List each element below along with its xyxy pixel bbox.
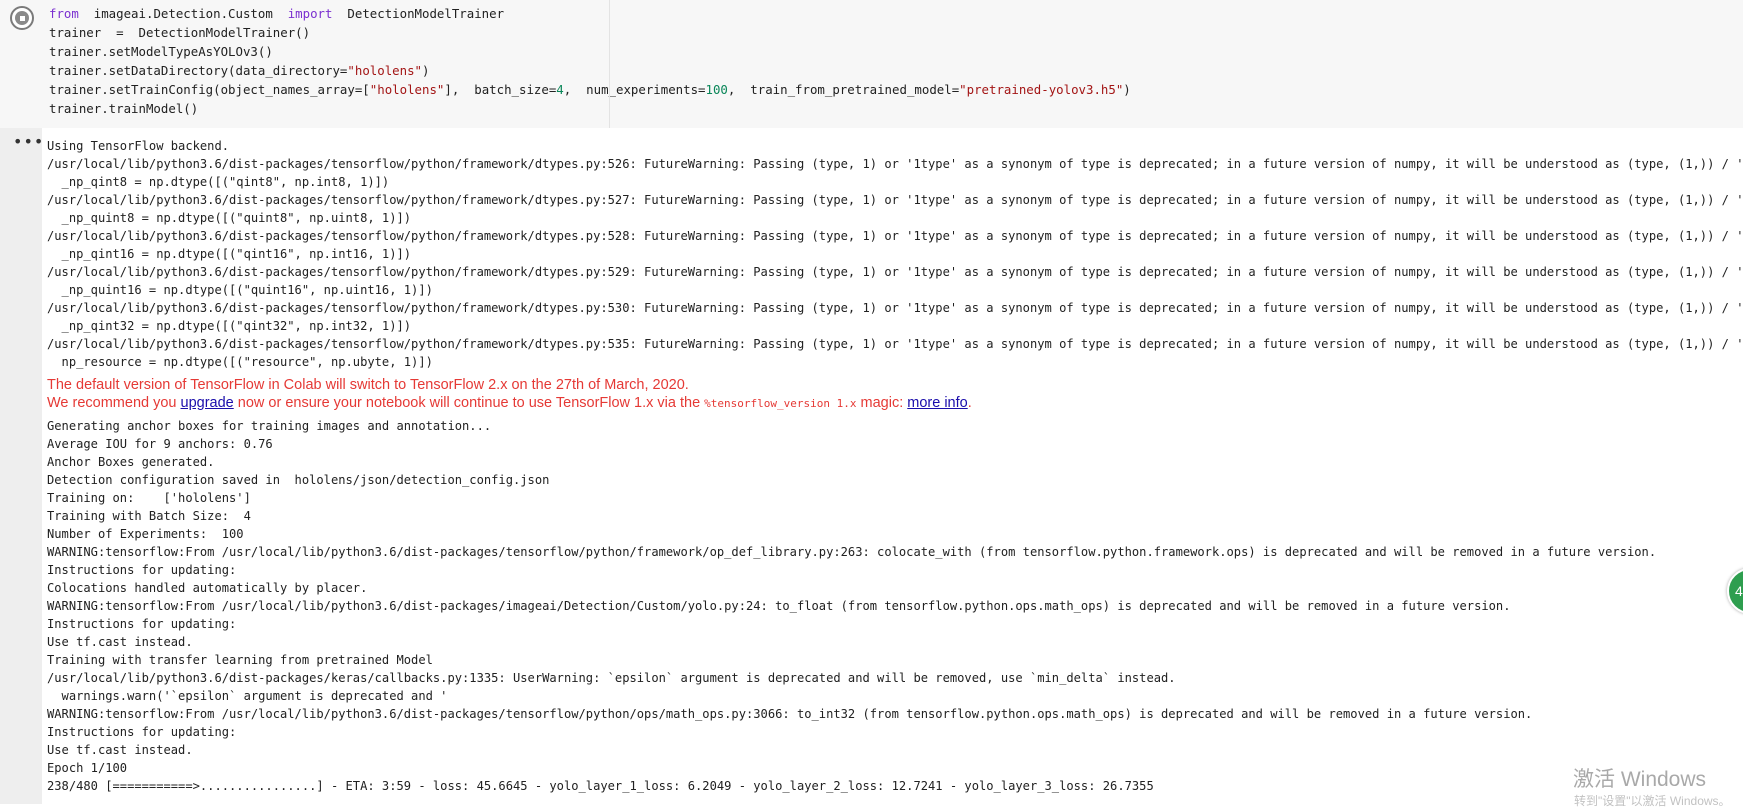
code-token: ) <box>1123 81 1131 97</box>
code-token: trainer.setDataDirectory(data_directory= <box>49 62 348 78</box>
line-length-ruler <box>609 0 610 128</box>
output-line: /usr/local/lib/python3.6/dist-packages/t… <box>47 301 1743 315</box>
tf-notice-text-d: . <box>967 395 972 411</box>
tf-notice-line-1: The default version of TensorFlow in Col… <box>47 377 689 393</box>
code-token: "hololens" <box>347 62 423 78</box>
output-line: /usr/local/lib/python3.6/dist-packages/t… <box>47 229 1743 243</box>
tf-notice-text-b: now or ensure your notebook will continu… <box>233 395 705 411</box>
output-line: Use tf.cast instead. <box>47 743 193 757</box>
code-cell[interactable]: from imageai.Detection.Custom import Det… <box>0 0 1743 128</box>
code-token: trainer.trainModel() <box>49 100 199 116</box>
output-line: WARNING:tensorflow:From /usr/local/lib/p… <box>47 707 1533 721</box>
output-line: Colocations handled automatically by pla… <box>47 581 368 595</box>
tf-magic-code: %tensorflow_version 1.x <box>704 397 857 410</box>
code-token: trainer = DetectionModelTrainer() <box>49 24 311 40</box>
output-log-block-2: Generating anchor boxes for training ima… <box>47 417 1743 795</box>
code-editor[interactable]: from imageai.Detection.Custom import Det… <box>49 5 1131 118</box>
output-line: _np_qint8 = np.dtype([("qint8", np.int8,… <box>47 175 390 189</box>
output-gutter <box>0 128 42 804</box>
code-line: trainer = DetectionModelTrainer() <box>49 24 1131 43</box>
code-token: DetectionModelTrainer <box>332 6 505 21</box>
output-line: Training on: ['hololens'] <box>47 491 251 505</box>
code-token: 4 <box>556 81 564 97</box>
output-line: /usr/local/lib/python3.6/dist-packages/k… <box>47 671 1176 685</box>
output-line: np_resource = np.dtype([("resource", np.… <box>47 355 433 369</box>
code-token: trainer.setTrainConfig(object_names_arra… <box>49 81 370 97</box>
output-line: warnings.warn('`epsilon` argument is dep… <box>47 689 448 703</box>
run-cell-button[interactable] <box>10 6 34 30</box>
code-token: "hololens" <box>369 81 445 97</box>
code-token: 100 <box>705 81 728 97</box>
output-line: /usr/local/lib/python3.6/dist-packages/t… <box>47 337 1743 351</box>
output-line: Anchor Boxes generated. <box>47 455 215 469</box>
code-token: from <box>49 6 79 21</box>
code-line: from imageai.Detection.Custom import Det… <box>49 5 1131 24</box>
output-line: WARNING:tensorflow:From /usr/local/lib/p… <box>47 545 1657 559</box>
output-line: Instructions for updating: <box>47 617 237 631</box>
output-line: Using TensorFlow backend. <box>47 139 230 153</box>
tf-notice-text-c: magic: <box>856 395 908 411</box>
code-line: trainer.trainModel() <box>49 100 1131 119</box>
output-line: 238/480 [===========>................] -… <box>47 779 1154 793</box>
output-line: WARNING:tensorflow:From /usr/local/lib/p… <box>47 599 1511 613</box>
output-menu-button[interactable]: ••• <box>13 134 44 150</box>
more-info-link[interactable]: more info <box>907 395 967 411</box>
output-line: _np_qint32 = np.dtype([("qint32", np.int… <box>47 319 412 333</box>
output-line: Instructions for updating: <box>47 563 237 577</box>
code-line: trainer.setTrainConfig(object_names_arra… <box>49 81 1131 100</box>
output-line: Training with Batch Size: 4 <box>47 509 251 523</box>
output-line: Epoch 1/100 <box>47 761 128 775</box>
output-line: /usr/local/lib/python3.6/dist-packages/t… <box>47 265 1743 279</box>
output-line: Detection configuration saved in hololen… <box>47 473 550 487</box>
code-token: , num_experiments= <box>563 81 706 97</box>
output-line: Instructions for updating: <box>47 725 237 739</box>
output-line: Generating anchor boxes for training ima… <box>47 419 492 433</box>
output-log-block-1: Using TensorFlow backend. /usr/local/lib/… <box>47 137 1743 371</box>
code-token: trainer.setModelTypeAsYOLOv3() <box>49 43 273 59</box>
output-line: Training with transfer learning from pre… <box>47 653 433 667</box>
output-line: Number of Experiments: 100 <box>47 527 244 541</box>
code-token: ) <box>422 62 430 78</box>
code-token: imageai.Detection.Custom <box>78 6 288 21</box>
code-token: "pretrained-yolov3.h5" <box>959 81 1124 97</box>
output-line: _np_qint16 = np.dtype([("qint16", np.int… <box>47 247 412 261</box>
tf-notice-line-2: We recommend you upgrade now or ensure y… <box>47 394 1743 412</box>
windows-activation-watermark: 激活 Windows <box>1573 768 1707 791</box>
tf-notice-text-a: We recommend you <box>47 395 181 411</box>
cell-output: Using TensorFlow backend. /usr/local/lib/… <box>47 137 1743 795</box>
output-line: Use tf.cast instead. <box>47 635 193 649</box>
code-line: trainer.setModelTypeAsYOLOv3() <box>49 43 1131 62</box>
code-token: import <box>287 6 333 21</box>
output-line: /usr/local/lib/python3.6/dist-packages/t… <box>47 193 1743 207</box>
output-line: /usr/local/lib/python3.6/dist-packages/t… <box>47 157 1743 171</box>
output-line: _np_quint16 = np.dtype([("quint16", np.u… <box>47 283 433 297</box>
output-line: _np_quint8 = np.dtype([("quint8", np.uin… <box>47 211 412 225</box>
upgrade-link[interactable]: upgrade <box>181 395 234 411</box>
code-token: , train_from_pretrained_model= <box>727 81 960 97</box>
code-line: trainer.setDataDirectory(data_directory=… <box>49 62 1131 81</box>
windows-activation-subtitle: 转到"设置"以激活 Windows。 <box>1574 794 1731 808</box>
output-line: Average IOU for 9 anchors: 0.76 <box>47 437 273 451</box>
code-token: ], batch_size= <box>444 81 557 97</box>
